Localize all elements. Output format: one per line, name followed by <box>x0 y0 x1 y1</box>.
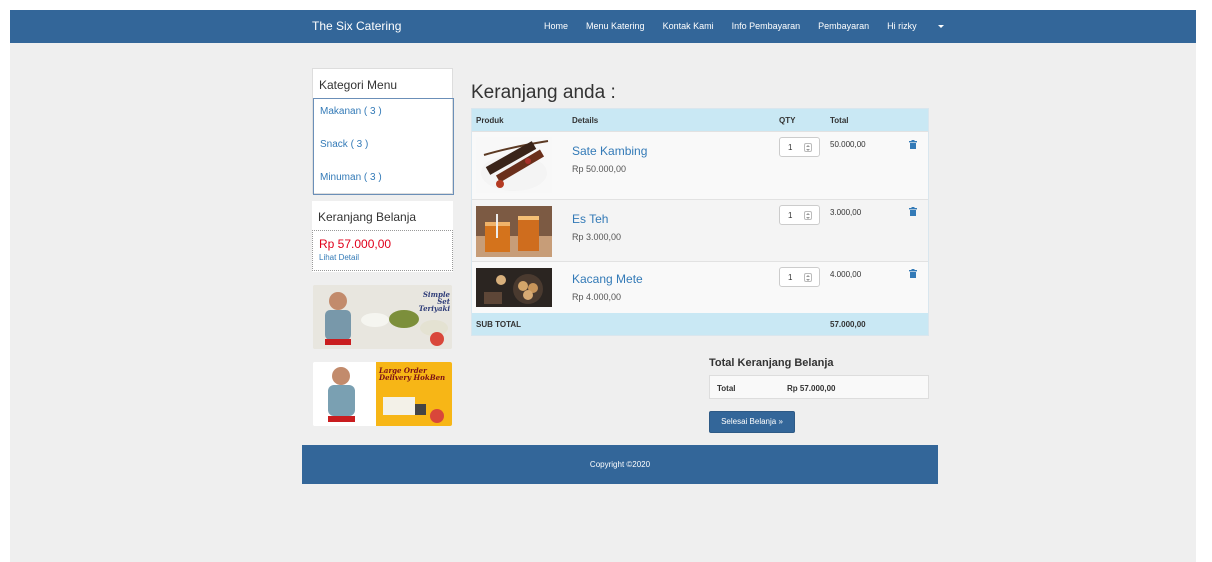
spinner-icon[interactable] <box>804 143 812 152</box>
site-brand[interactable]: The Six Catering <box>312 19 401 33</box>
product-price: Rp 4.000,00 <box>572 292 622 302</box>
cart-table-header: Produk Details QTY Total <box>472 109 928 131</box>
subtotal-label: SUB TOTAL <box>476 320 522 329</box>
table-row: Kacang Mete Rp 4.000,00 1 4.000,00 <box>472 261 928 313</box>
category-item-minuman[interactable]: Minuman ( 3 ) <box>314 165 453 198</box>
cart-summary-table: Total Rp 57.000,00 <box>709 375 929 399</box>
nav-item-kontak-kami[interactable]: Kontak Kami <box>663 21 714 31</box>
top-navbar: The Six Catering Home Menu Katering Kont… <box>10 10 1196 43</box>
promo-headline-simple-set: Simple Set Teriyaki <box>418 290 450 313</box>
main-nav: Home Menu Katering Kontak Kami Info Pemb… <box>544 21 980 31</box>
summary-total-label: Total <box>717 384 736 393</box>
page-frame: The Six Catering Home Menu Katering Kont… <box>10 10 1196 562</box>
row-total: 4.000,00 <box>830 270 862 279</box>
shopping-cart-panel: Keranjang Belanja Rp 57.000,00 Lihat Det… <box>312 201 453 272</box>
shopping-cart-title: Keranjang Belanja <box>318 210 417 224</box>
table-row: Es Teh Rp 3.000,00 1 3.000,00 <box>472 199 928 261</box>
subtotal-value: 57.000,00 <box>830 320 866 329</box>
user-menu-label: Hi rizky <box>887 21 917 31</box>
spinner-icon[interactable] <box>804 211 812 220</box>
cart-summary-title: Total Keranjang Belanja <box>709 357 834 369</box>
nav-item-info-pembayaran[interactable]: Info Pembayaran <box>732 21 801 31</box>
site-footer: Copyright ©2020 <box>302 445 938 484</box>
promo-banner-large-order[interactable]: Large Order Delivery HokBen <box>313 362 452 426</box>
quantity-value: 1 <box>788 143 793 152</box>
product-name[interactable]: Es Teh <box>572 212 608 226</box>
category-list: Makanan ( 3 ) Snack ( 3 ) Minuman ( 3 ) <box>313 98 454 195</box>
promo-banner-simple-set[interactable]: Simple Set Teriyaki <box>313 285 452 349</box>
es-teh-photo <box>476 206 552 257</box>
trash-icon[interactable] <box>909 207 917 216</box>
cart-total-price: Rp 57.000,00 <box>319 237 392 251</box>
product-name[interactable]: Kacang Mete <box>572 272 643 286</box>
nav-item-home[interactable]: Home <box>544 21 568 31</box>
chevron-down-icon <box>937 25 944 29</box>
header-qty: QTY <box>779 116 796 125</box>
subtotal-row: SUB TOTAL 57.000,00 <box>472 313 928 335</box>
view-details-link[interactable]: Lihat Detail <box>313 253 452 262</box>
cart-table: Produk Details QTY Total Sate Kambing Rp… <box>471 108 929 336</box>
shopping-cart-body: Rp 57.000,00 Lihat Detail <box>312 230 453 271</box>
quantity-stepper[interactable]: 1 <box>779 137 820 157</box>
quantity-value: 1 <box>788 211 793 220</box>
product-price: Rp 3.000,00 <box>572 232 622 242</box>
promo-headline-large-order: Large Order Delivery HokBen <box>379 366 446 382</box>
summary-total-value: Rp 57.000,00 <box>787 384 836 393</box>
category-item-makanan[interactable]: Makanan ( 3 ) <box>314 99 453 132</box>
finish-shopping-button[interactable]: Selesai Belanja » <box>709 411 795 433</box>
product-price: Rp 50.000,00 <box>572 164 627 174</box>
header-total: Total <box>830 116 849 125</box>
product-name[interactable]: Sate Kambing <box>572 144 647 158</box>
sate-kambing-photo <box>476 137 552 193</box>
trash-icon[interactable] <box>909 140 917 149</box>
table-row: Sate Kambing Rp 50.000,00 1 50.000,00 <box>472 131 928 199</box>
row-total: 3.000,00 <box>830 208 862 217</box>
category-panel-title: Kategori Menu <box>319 78 398 92</box>
kacang-mete-photo <box>476 268 552 307</box>
spinner-icon[interactable] <box>804 273 812 282</box>
quantity-value: 1 <box>788 273 793 282</box>
header-details: Details <box>572 116 599 125</box>
user-menu[interactable]: Hi rizky <box>887 21 962 31</box>
page-title: Keranjang anda : <box>471 82 616 103</box>
header-product: Produk <box>476 116 504 125</box>
quantity-stepper[interactable]: 1 <box>779 267 820 287</box>
nav-item-menu-katering[interactable]: Menu Katering <box>586 21 645 31</box>
category-item-snack[interactable]: Snack ( 3 ) <box>314 132 453 165</box>
quantity-stepper[interactable]: 1 <box>779 205 820 225</box>
category-panel: Kategori Menu Makanan ( 3 ) Snack ( 3 ) … <box>312 68 454 195</box>
trash-icon[interactable] <box>909 269 917 278</box>
row-total: 50.000,00 <box>830 140 866 149</box>
nav-item-pembayaran[interactable]: Pembayaran <box>818 21 869 31</box>
copyright-text: Copyright ©2020 <box>589 460 651 469</box>
